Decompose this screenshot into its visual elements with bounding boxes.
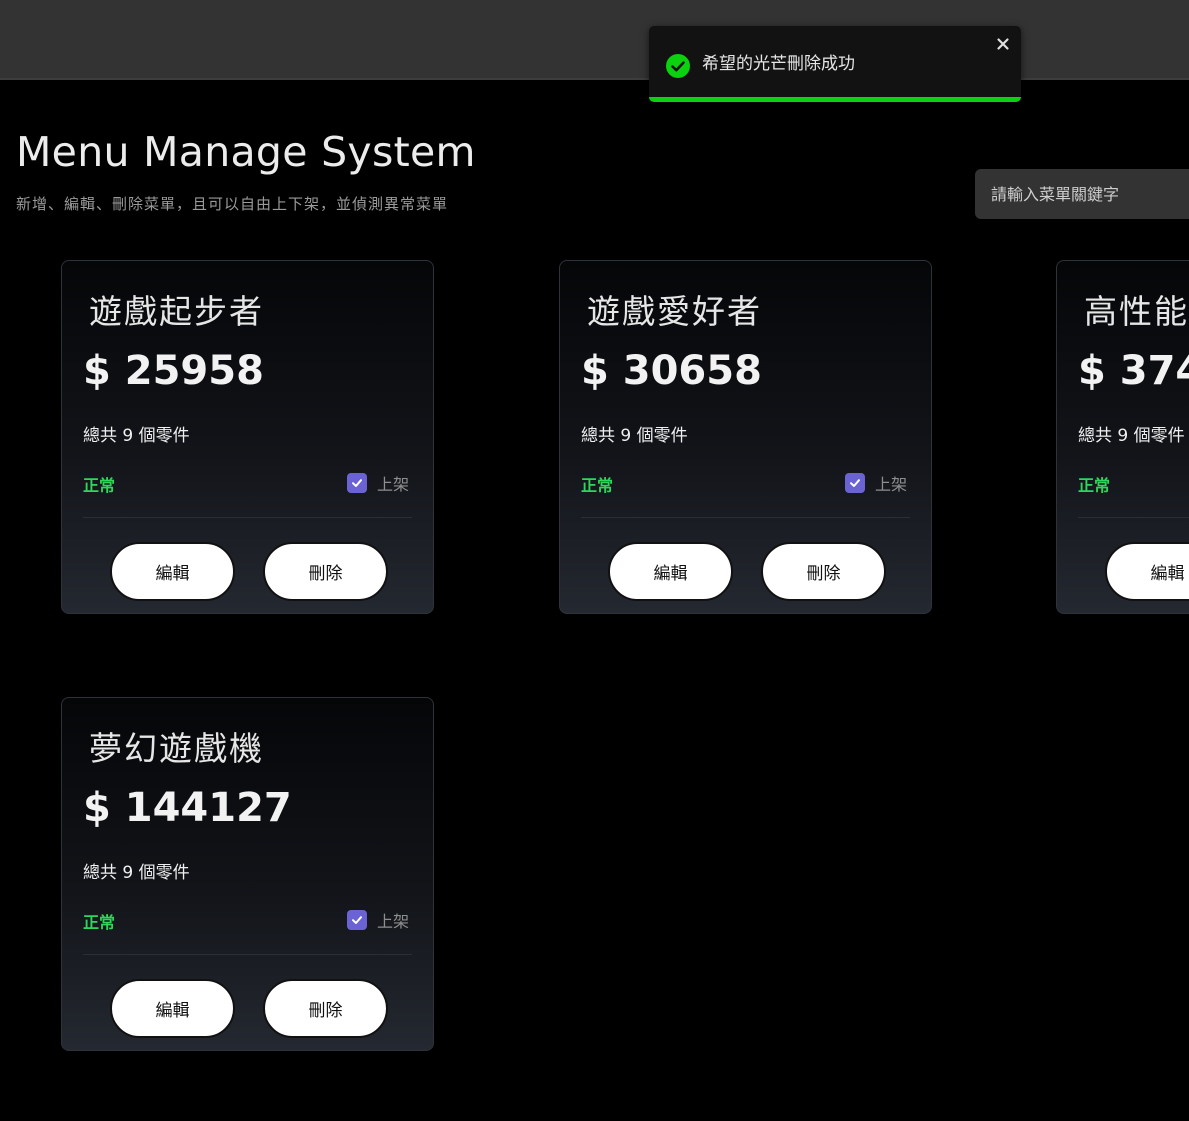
menu-price: $ 144127 [83, 785, 292, 831]
parts-count: 總共 9 個零件 [83, 426, 190, 446]
parts-count: 總共 9 個零件 [1078, 426, 1185, 446]
status-text: 正常 [83, 913, 116, 932]
page-title: Menu Manage System [16, 128, 476, 176]
listed-checkbox[interactable] [346, 473, 367, 493]
listed-label: 上架 [376, 475, 409, 494]
edit-button[interactable]: 編輯 [110, 542, 235, 601]
menu-name: 遊戲起步者 [89, 292, 264, 331]
status-text: 正常 [581, 476, 614, 495]
menu-card: 遊戲愛好者 $ 30658 總共 9 個零件 正常 上架 編輯 刪除 [559, 260, 932, 614]
listed-toggle[interactable]: 上架 [844, 471, 907, 495]
check-icon [351, 916, 362, 924]
listed-checkbox[interactable] [346, 910, 367, 930]
divider [83, 517, 412, 518]
menu-name: 遊戲愛好者 [587, 292, 762, 331]
listed-label: 上架 [874, 475, 907, 494]
status-text: 正常 [83, 476, 116, 495]
listed-checkbox[interactable] [844, 473, 865, 493]
menu-price: $ 374 [1078, 348, 1189, 394]
toast-progress-bar [649, 97, 1021, 102]
menu-name: 夢幻遊戲機 [89, 729, 264, 768]
check-icon [849, 479, 860, 487]
delete-button[interactable]: 刪除 [761, 542, 886, 601]
listed-toggle[interactable]: 上架 [346, 908, 409, 932]
page-subtitle: 新增、編輯、刪除菜單，且可以自由上下架，並偵測異常菜單 [16, 195, 449, 213]
listed-toggle[interactable]: 上架 [346, 471, 409, 495]
success-toast: 希望的光芒刪除成功 [649, 26, 1021, 102]
menu-name: 高性能 [1084, 292, 1189, 331]
edit-button[interactable]: 編輯 [110, 979, 235, 1038]
delete-button[interactable]: 刪除 [263, 542, 388, 601]
listed-label: 上架 [376, 912, 409, 931]
menu-price: $ 25958 [83, 348, 264, 394]
check-circle-icon [666, 54, 690, 78]
divider [581, 517, 910, 518]
menu-price: $ 30658 [581, 348, 762, 394]
status-text: 正常 [1078, 476, 1111, 495]
edit-button[interactable]: 編輯 [608, 542, 733, 601]
close-icon[interactable] [995, 36, 1011, 52]
edit-button[interactable]: 編輯 [1105, 542, 1189, 601]
check-icon [351, 479, 362, 487]
divider [83, 954, 412, 955]
delete-button[interactable]: 刪除 [263, 979, 388, 1038]
divider [1078, 517, 1189, 518]
menu-card: 夢幻遊戲機 $ 144127 總共 9 個零件 正常 上架 編輯 刪除 [61, 697, 434, 1051]
toast-message: 希望的光芒刪除成功 [702, 54, 855, 74]
parts-count: 總共 9 個零件 [581, 426, 688, 446]
menu-card: 高性能 $ 374 總共 9 個零件 正常 編輯 [1056, 260, 1189, 614]
search-input[interactable] [975, 169, 1189, 219]
menu-card: 遊戲起步者 $ 25958 總共 9 個零件 正常 上架 編輯 刪除 [61, 260, 434, 614]
parts-count: 總共 9 個零件 [83, 863, 190, 883]
